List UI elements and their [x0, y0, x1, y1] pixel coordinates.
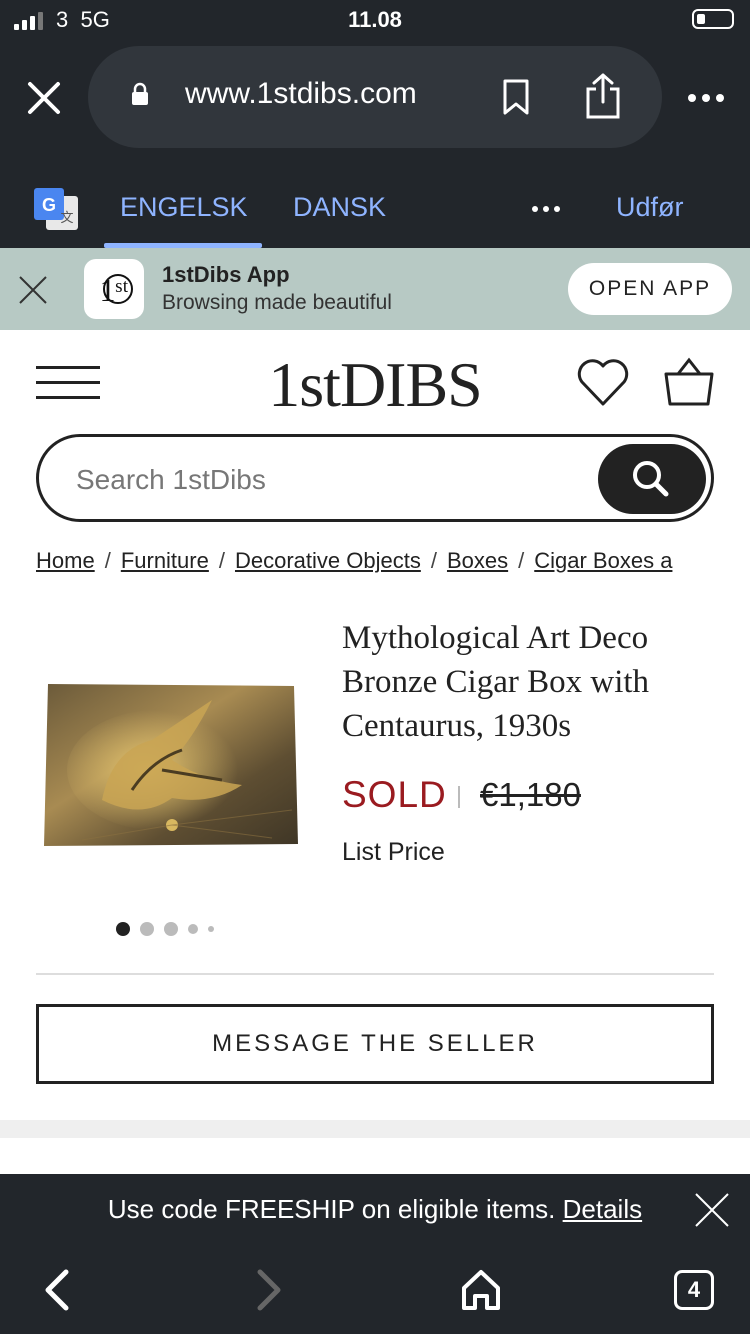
app-subtitle: Browsing made beautiful [162, 291, 392, 314]
tab-language-engelsk[interactable]: ENGELSK [120, 192, 248, 223]
google-translate-icon: G 文 [34, 188, 78, 230]
app-title: 1stDibs App [162, 262, 290, 287]
lock-icon [132, 82, 148, 105]
breadcrumb-home[interactable]: Home [36, 548, 95, 573]
message-seller-button[interactable]: MESSAGE THE SELLER [36, 1004, 714, 1084]
url-text[interactable]: www.1stdibs.com [185, 77, 417, 111]
carousel-dot[interactable] [188, 924, 198, 934]
done-button[interactable]: Udfør [616, 192, 684, 223]
app-logo: 1ˢᵗ [84, 259, 144, 319]
address-bar[interactable]: www.1stdibs.com [88, 46, 662, 148]
breadcrumb-cigar-boxes[interactable]: Cigar Boxes a [534, 548, 672, 573]
breadcrumb-decorative-objects[interactable]: Decorative Objects [235, 548, 421, 573]
price-label: List Price [342, 838, 445, 866]
search-input[interactable]: Search 1stDibs [36, 434, 714, 522]
search-icon [633, 461, 669, 497]
image-carousel-dots[interactable] [116, 922, 214, 936]
breadcrumb: Home / Furniture / Decorative Objects / Boxes /… [36, 548, 673, 573]
share-icon[interactable] [583, 72, 623, 120]
open-app-button[interactable]: OPEN APP [568, 263, 732, 315]
promo-message: Use code FREESHIP on eligible items. [107, 1194, 556, 1224]
breadcrumb-boxes[interactable]: Boxes [447, 548, 508, 573]
carousel-dot[interactable] [208, 926, 214, 932]
more-icon[interactable] [686, 88, 726, 108]
browser-bottom-nav: 4 [0, 1246, 750, 1334]
product-image[interactable] [42, 680, 300, 848]
close-icon[interactable] [24, 78, 64, 118]
clock: 11.08 [348, 7, 402, 32]
promo-bar: Use code FREESHIP on eligible items. Det… [0, 1174, 750, 1246]
sold-status: SOLD [342, 774, 447, 815]
close-icon[interactable] [694, 1192, 730, 1228]
search-placeholder: Search 1stDibs [76, 464, 266, 495]
svg-text:G: G [42, 195, 56, 215]
product-title: Mythological Art Deco Bronze Cigar Box w… [342, 620, 650, 744]
svg-text:文: 文 [60, 211, 73, 226]
site-logo[interactable]: 1stDIBS [0, 348, 750, 422]
translate-bar: G 文 ENGELSK DANSK Udfør [0, 160, 750, 248]
carousel-dot[interactable] [140, 922, 154, 936]
status-bar: 3 5G 11.08 [0, 0, 750, 44]
heart-icon[interactable] [576, 356, 630, 408]
more-icon[interactable] [530, 204, 562, 214]
back-icon[interactable] [40, 1268, 74, 1312]
price: €1,180 [480, 776, 581, 813]
carousel-dot[interactable] [164, 922, 178, 936]
search-button[interactable] [598, 444, 706, 514]
divider [36, 973, 714, 975]
forward-icon[interactable] [252, 1268, 286, 1312]
app-banner: 1ˢᵗ 1stDibs App Browsing made beautiful … [0, 248, 750, 330]
carousel-dot[interactable] [116, 922, 130, 936]
promo-details-link[interactable]: Details [563, 1194, 642, 1224]
browser-toolbar: www.1stdibs.com [0, 44, 750, 160]
price-divider [458, 786, 460, 808]
breadcrumb-furniture[interactable]: Furniture [121, 548, 209, 573]
promo-text: Use code FREESHIP on eligible items. Det… [0, 1194, 750, 1225]
bookmark-icon[interactable] [502, 78, 530, 116]
close-icon[interactable] [18, 275, 48, 305]
section-divider [0, 1120, 750, 1138]
home-icon[interactable] [460, 1268, 502, 1312]
tabs-count-button[interactable]: 4 [674, 1270, 714, 1310]
tab-language-dansk[interactable]: DANSK [293, 192, 386, 223]
shopping-bag-icon[interactable] [662, 356, 716, 408]
battery-icon [692, 9, 734, 29]
